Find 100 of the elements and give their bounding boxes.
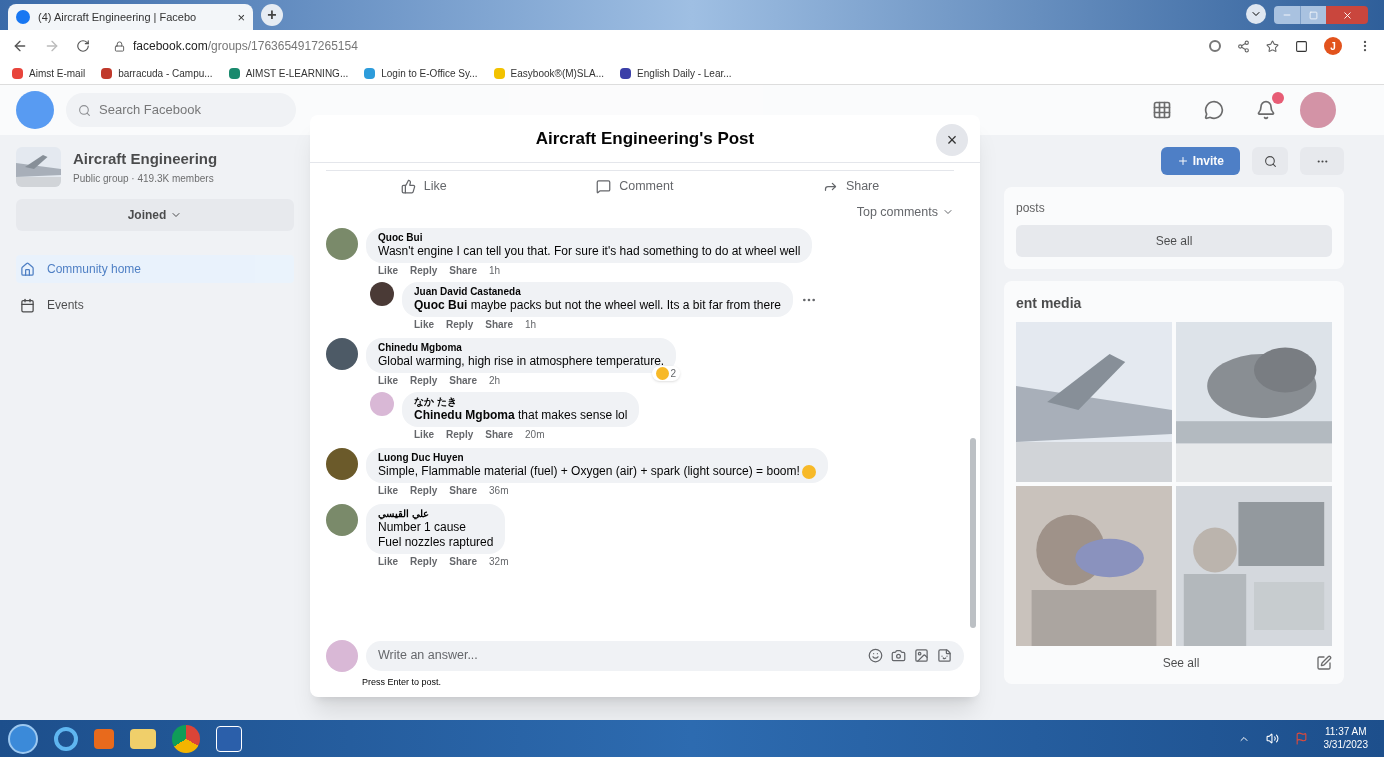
- reload-icon[interactable]: [76, 39, 90, 53]
- group-meta: Public group · 419.3K members: [73, 171, 215, 186]
- url-text: facebook.com/groups/1763654917265154: [133, 38, 358, 55]
- comment-author[interactable]: なか たき: [414, 395, 628, 409]
- comment-action[interactable]: Reply: [446, 429, 474, 442]
- comment-action[interactable]: Share: [449, 556, 478, 569]
- maximize-icon: [1309, 10, 1318, 20]
- compose-icon[interactable]: [1316, 655, 1332, 671]
- comment-action[interactable]: Like: [378, 485, 398, 498]
- comment-action[interactable]: Like: [378, 556, 398, 569]
- group-name[interactable]: Aircraft Engineering: [73, 148, 218, 171]
- like-icon: [400, 179, 416, 194]
- comment-time: 32m: [489, 556, 509, 569]
- post-action-button[interactable]: Share: [810, 172, 892, 201]
- see-all-button[interactable]: See all: [1016, 225, 1332, 257]
- home-icon: [20, 261, 35, 277]
- comment-action[interactable]: Like: [414, 319, 434, 332]
- comment-action[interactable]: Share: [449, 375, 478, 388]
- tab-close-button[interactable]: ×: [237, 10, 245, 24]
- comment-author[interactable]: Juan David Castaneda: [414, 285, 781, 299]
- profile-button[interactable]: J: [1324, 37, 1342, 55]
- messenger-icon[interactable]: [1204, 100, 1224, 120]
- comment-action[interactable]: Reply: [410, 265, 438, 278]
- bookmark[interactable]: English Daily - Lear...: [620, 65, 732, 81]
- comment-author[interactable]: Luong Duc Huyen: [378, 451, 816, 465]
- comment-icon: [596, 179, 612, 194]
- tab-search-button[interactable]: [1246, 4, 1266, 24]
- comment-action[interactable]: Share: [449, 265, 478, 278]
- bookmark[interactable]: barracuda - Campu...: [101, 65, 213, 81]
- tab-title: (4) Aircraft Engineering | Facebo: [38, 9, 198, 25]
- bookmark[interactable]: Easybook®(M)SLA...: [493, 65, 605, 81]
- avatar[interactable]: [326, 447, 358, 480]
- clock-date[interactable]: 3/31/2023: [1323, 738, 1368, 751]
- comment-action[interactable]: Like: [378, 265, 398, 278]
- share-icon[interactable]: [1237, 39, 1250, 53]
- scrollbar-thumb[interactable]: [970, 437, 976, 628]
- calendar-icon: [20, 297, 35, 313]
- emoji-icon[interactable]: [868, 648, 883, 663]
- notification-badge: [1272, 92, 1284, 104]
- comment-action[interactable]: Reply: [410, 485, 438, 498]
- search-icon: [1263, 154, 1277, 168]
- side-panel-icon[interactable]: [1295, 39, 1308, 53]
- avatar[interactable]: [326, 337, 358, 370]
- invite-button[interactable]: Invite: [1160, 147, 1240, 175]
- volume-icon[interactable]: [1265, 732, 1279, 745]
- comment-author[interactable]: علي القيسي: [378, 507, 494, 521]
- browser-taskbar-icon[interactable]: [54, 726, 78, 751]
- close-icon: [1341, 9, 1353, 21]
- search-field[interactable]: Search Facebook: [66, 93, 296, 127]
- new-tab-button[interactable]: +: [261, 4, 283, 26]
- dialog-title: Aircraft Engineering's Post: [535, 127, 755, 150]
- composer-hint: Press Enter to post.: [362, 675, 443, 689]
- gif-icon[interactable]: [914, 648, 929, 663]
- close-button[interactable]: ×: [936, 124, 968, 156]
- back-icon[interactable]: [12, 38, 28, 54]
- sticker-icon[interactable]: [937, 648, 952, 663]
- comment-action[interactable]: Share: [449, 485, 478, 498]
- camera-icon[interactable]: [891, 648, 906, 663]
- bookmark[interactable]: AIMST E-LEARNING...: [228, 65, 349, 81]
- comment-action[interactable]: Reply: [410, 556, 438, 569]
- search-icon: [78, 103, 91, 117]
- comment-author[interactable]: Quoc Bui: [378, 231, 801, 245]
- clock-time[interactable]: 11:37 AM: [1325, 726, 1367, 739]
- comment-time: 20m: [525, 429, 545, 442]
- comment-action[interactable]: Share: [485, 319, 514, 332]
- avatar[interactable]: [370, 281, 394, 306]
- plus-icon: [1176, 155, 1189, 167]
- media-player-taskbar-icon[interactable]: [94, 728, 114, 749]
- reaction-count: 2: [670, 367, 677, 382]
- comment-action[interactable]: Like: [414, 429, 434, 442]
- browser-tab[interactable]: (4) Aircraft Engineering | Facebo ×: [8, 4, 253, 30]
- comment-text: Wasn't engine I can tell you that. For sure it's had something to do at wheel well: [378, 244, 801, 260]
- bookmark[interactable]: Aimst E-mail: [12, 65, 86, 81]
- lock-icon: [114, 40, 125, 52]
- search-button[interactable]: [1252, 147, 1288, 175]
- comment-action[interactable]: Like: [378, 375, 398, 388]
- comment-time: 1h: [489, 265, 501, 278]
- comment-input-field[interactable]: Write an answer...: [366, 640, 964, 671]
- menu-grid-icon[interactable]: [1152, 100, 1172, 120]
- comment-action[interactable]: Share: [485, 429, 514, 442]
- post-action-button[interactable]: Like: [388, 172, 459, 201]
- sidebar-item[interactable]: Events: [16, 291, 294, 319]
- reaction-badge[interactable]: 2: [651, 366, 681, 382]
- card-title: posts: [1016, 200, 1046, 217]
- start-orb-icon[interactable]: [8, 723, 38, 754]
- joined-button[interactable]: Joined: [16, 199, 294, 231]
- comment-text: Quoc Bui maybe packs but not the wheel well. Its a bit far from there: [414, 298, 781, 314]
- comment-text: Number 1 cause Fuel nozzles raptured: [378, 520, 494, 551]
- group-thumbnail[interactable]: [16, 147, 61, 187]
- comment-action[interactable]: Reply: [410, 375, 438, 388]
- see-all-button[interactable]: See all: [1162, 654, 1200, 672]
- bookmark-star-icon[interactable]: [1266, 39, 1279, 53]
- sidebar-item[interactable]: Community home: [16, 255, 294, 283]
- comment-author[interactable]: Chinedu Mgboma: [378, 341, 665, 355]
- post-action-button[interactable]: Comment: [584, 172, 686, 201]
- bookmark[interactable]: Login to E-Office Sy...: [364, 65, 478, 81]
- folder-taskbar-icon[interactable]: [130, 728, 156, 749]
- comment-action[interactable]: Reply: [446, 319, 474, 332]
- sort-dropdown[interactable]: Top comments: [856, 203, 954, 222]
- notifications-icon[interactable]: [1256, 100, 1276, 120]
